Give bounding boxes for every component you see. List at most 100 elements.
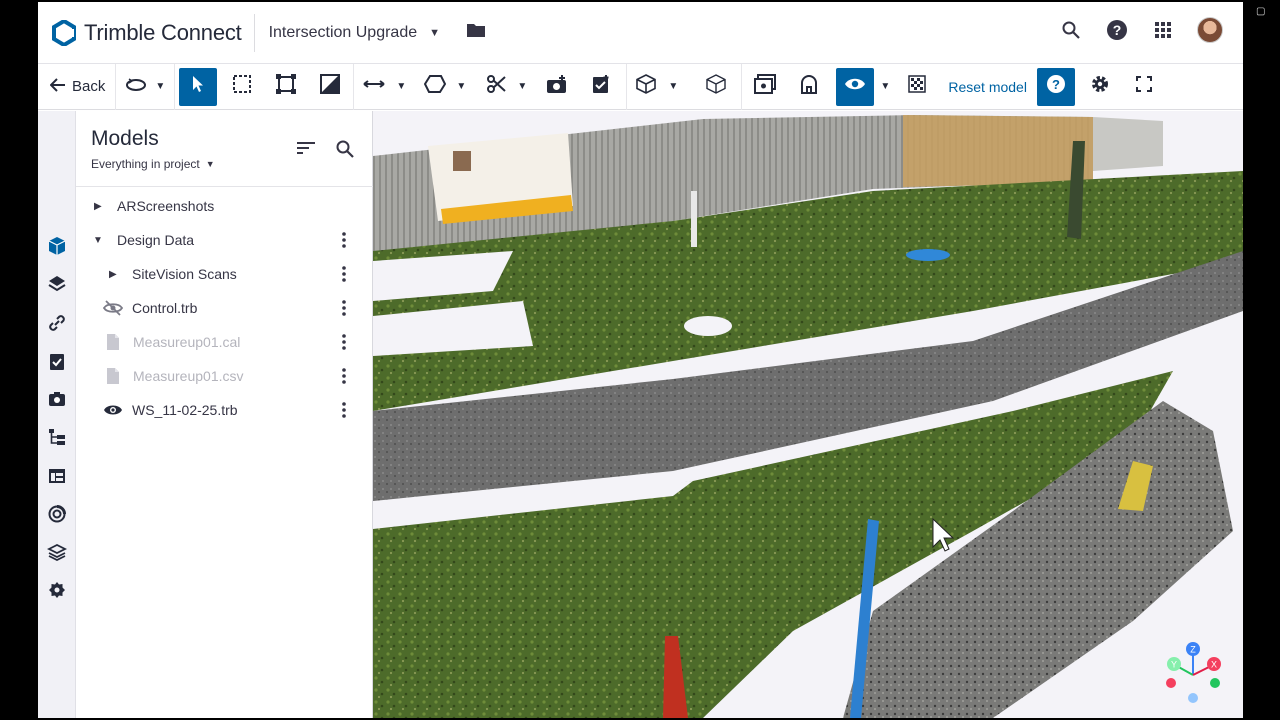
- header-actions: ?: [1059, 17, 1223, 43]
- tree-item-sitevision-scans[interactable]: ▶ SiteVision Scans: [76, 257, 373, 291]
- more-vertical-icon[interactable]: [339, 366, 349, 386]
- caret-right-icon[interactable]: ▶: [109, 269, 117, 280]
- measure-button[interactable]: ▼: [354, 68, 414, 106]
- user-avatar[interactable]: [1197, 17, 1223, 43]
- axis-gizmo[interactable]: Z Y X: [1163, 639, 1225, 710]
- tree-item-label: WS_11-02-25.trb: [132, 402, 238, 418]
- project-name: Intersection Upgrade: [268, 23, 418, 41]
- view-icon[interactable]: [47, 504, 67, 524]
- caret-right-icon[interactable]: ▶: [94, 201, 102, 212]
- stack-icon[interactable]: [47, 542, 67, 562]
- models-icon[interactable]: [47, 236, 67, 256]
- more-vertical-icon[interactable]: [339, 298, 349, 318]
- help-icon: ?: [1046, 74, 1066, 99]
- tree-item-label: Measureup01.csv: [133, 368, 244, 384]
- scissors-icon: [487, 74, 507, 99]
- tree-item-arscreenshots[interactable]: ▶ ARScreenshots: [76, 189, 373, 223]
- section-plane-button[interactable]: [311, 68, 349, 106]
- chevron-down-icon: ▼: [880, 81, 891, 92]
- svg-text:?: ?: [1052, 77, 1060, 92]
- search-icon[interactable]: [1059, 18, 1083, 42]
- tree-item-design-data[interactable]: ▼ Design Data: [76, 223, 373, 257]
- brand-name: Trimble Connect: [84, 19, 242, 45]
- axis-x-label: X: [1211, 660, 1217, 670]
- scope-selector[interactable]: Everything in project ▼: [91, 157, 215, 171]
- chevron-down-icon: ▼: [396, 81, 407, 92]
- layers-view-icon: [754, 74, 777, 99]
- trimble-logo[interactable]: Trimble Connect: [52, 19, 242, 46]
- clip-button[interactable]: ▼: [476, 68, 538, 106]
- table-icon[interactable]: [47, 466, 67, 486]
- visibility-button[interactable]: [836, 67, 875, 106]
- view-cube-button[interactable]: ▼: [627, 68, 687, 106]
- more-vertical-icon[interactable]: [339, 400, 349, 420]
- more-vertical-icon[interactable]: [339, 264, 349, 284]
- eye-icon: [844, 77, 866, 96]
- ghost-view-button[interactable]: [746, 68, 784, 106]
- badge-icon[interactable]: [47, 580, 67, 600]
- settings-button[interactable]: [1081, 68, 1119, 106]
- sort-icon[interactable]: [296, 141, 316, 160]
- fit-frame-icon: [275, 73, 297, 100]
- help-tool-button[interactable]: ?: [1036, 67, 1075, 106]
- top-header: Trimble Connect Intersection Upgrade ▼ ?: [38, 2, 1243, 64]
- panel-title: Models: [91, 127, 159, 150]
- tree-item-measureup01-csv[interactable]: Measureup01.csv: [76, 359, 373, 393]
- back-label: Back: [72, 78, 106, 95]
- tree-item-measureup01-cal[interactable]: Measureup01.cal: [76, 325, 373, 359]
- tree-item-ws-11-02-25-trb[interactable]: WS_11-02-25.trb: [76, 393, 373, 427]
- help-icon[interactable]: ?: [1105, 18, 1129, 42]
- toolbar-divider: [174, 63, 176, 110]
- select-tool-button[interactable]: [179, 67, 218, 106]
- layers-icon[interactable]: [47, 274, 67, 294]
- tree-item-control-trb[interactable]: Control.trb: [76, 291, 373, 325]
- fullscreen-icon: [1135, 76, 1152, 97]
- project-selector[interactable]: Intersection Upgrade ▼: [269, 22, 486, 43]
- arch-icon: [799, 74, 819, 99]
- fullscreen-button[interactable]: [1125, 68, 1163, 106]
- todo-button[interactable]: [582, 68, 620, 106]
- snapshot-button[interactable]: [538, 68, 576, 106]
- trimble-connect-logo-icon: [52, 19, 76, 46]
- markup-shape-button[interactable]: ▼: [414, 68, 476, 106]
- cursor-arrow-icon: [191, 75, 205, 98]
- svg-text:?: ?: [1113, 22, 1122, 38]
- file-icon: [103, 332, 123, 352]
- reset-model-button[interactable]: Reset model: [940, 68, 1035, 106]
- ar-view-button[interactable]: [790, 68, 828, 106]
- object-box-button[interactable]: [697, 68, 735, 106]
- axis-z-label: Z: [1190, 645, 1196, 655]
- render-mode-button[interactable]: [898, 68, 936, 106]
- orbit-icon: [125, 76, 147, 97]
- tree-item-label: SiteVision Scans: [132, 266, 237, 282]
- header-divider: [253, 13, 255, 52]
- tree-icon[interactable]: [47, 427, 67, 447]
- window-restore-icon[interactable]: ▢: [1256, 6, 1266, 17]
- orbit-button[interactable]: ▼: [116, 68, 174, 106]
- axis-y-label: Y: [1171, 660, 1177, 670]
- 3d-viewport[interactable]: Z Y X: [373, 111, 1243, 718]
- chevron-down-icon: ▼: [668, 81, 679, 92]
- apps-grid-icon[interactable]: [1151, 18, 1175, 42]
- todo-icon[interactable]: [47, 351, 67, 371]
- more-vertical-icon[interactable]: [339, 230, 349, 250]
- fit-view-button[interactable]: [267, 68, 305, 106]
- chevron-down-icon: ▼: [517, 81, 528, 92]
- more-vertical-icon[interactable]: [339, 332, 349, 352]
- eye-hidden-icon[interactable]: [103, 298, 123, 318]
- caret-down-icon[interactable]: ▼: [93, 235, 103, 246]
- box-outline-icon: [706, 74, 727, 99]
- search-icon[interactable]: [336, 140, 354, 163]
- camera-icon[interactable]: [47, 389, 67, 409]
- eye-icon[interactable]: [103, 400, 123, 420]
- tree-item-label: Design Data: [117, 232, 195, 248]
- measure-icon: [362, 76, 386, 97]
- gear-icon: [1090, 74, 1110, 99]
- tree-item-label: Measureup01.cal: [133, 334, 241, 350]
- visibility-options-button[interactable]: ▼: [874, 68, 894, 106]
- checker-grid-icon: [908, 75, 927, 98]
- box-select-button[interactable]: [223, 68, 261, 106]
- folder-icon[interactable]: [466, 22, 486, 43]
- link-icon[interactable]: [47, 313, 67, 333]
- back-button[interactable]: Back: [38, 68, 115, 106]
